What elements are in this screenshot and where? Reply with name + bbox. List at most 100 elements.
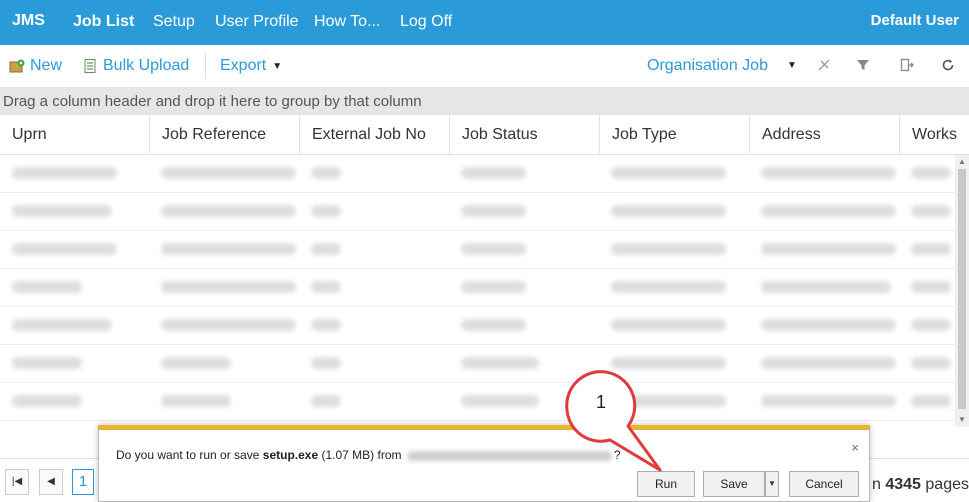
table-cell [161,395,296,409]
scroll-up-arrow-icon[interactable]: ▲ [955,155,969,169]
table-cell [611,319,726,333]
table-cell [311,281,341,295]
table-cell [461,319,526,333]
table-row[interactable] [0,307,955,345]
column-header-works[interactable]: Works [899,115,969,155]
table-row[interactable] [0,193,955,231]
table-row[interactable] [0,155,955,193]
nav-setup[interactable]: Setup [153,13,195,31]
download-notification-bar: Do you want to run or save setup.exe (1.… [98,425,870,502]
column-header-external-job-no[interactable]: External Job No [299,115,449,155]
view-select[interactable]: Organisation Job [647,57,768,75]
top-nav-bar: JMS Job List Setup User Profile How To..… [0,0,969,45]
clear-filter-icon[interactable] [815,58,833,76]
close-icon[interactable]: × [851,440,859,455]
table-cell [161,243,296,257]
table-cell [461,395,539,409]
table-cell [461,205,526,219]
table-cell [911,319,951,333]
spreadsheet-icon [84,59,96,73]
caret-down-icon: ▼ [272,60,283,72]
current-user-name[interactable]: Default User [871,12,959,29]
current-page-number[interactable]: 1 [72,469,94,495]
nav-how-to[interactable]: How To... [314,13,380,31]
table-cell [311,167,341,181]
grid-body [0,155,955,427]
column-header-uprn[interactable]: Uprn [0,115,149,155]
first-page-icon[interactable]: |◀ [5,469,29,495]
table-cell [12,243,117,257]
nav-user-profile[interactable]: User Profile [215,13,299,31]
table-cell [161,167,296,181]
cancel-button[interactable]: Cancel [789,471,859,497]
scroll-down-arrow-icon[interactable]: ▼ [955,413,969,427]
view-select-caret-icon[interactable]: ▼ [787,60,797,71]
scroll-thumb[interactable] [958,169,966,409]
grid-toolbar: New Bulk Upload Export ▼ Organisation Jo… [0,45,969,88]
table-cell [461,357,539,371]
column-header-job-status[interactable]: Job Status [449,115,599,155]
table-cell [911,205,951,219]
table-cell [161,357,296,371]
table-cell [311,319,341,333]
table-cell [911,281,951,295]
refresh-icon[interactable] [939,58,957,76]
export-label: Export [220,57,267,74]
column-header-job-type[interactable]: Job Type [599,115,749,155]
table-cell [311,205,341,219]
export-dropdown[interactable]: Export ▼ [220,57,282,75]
table-cell [311,243,341,257]
grid-header-row: Uprn Job Reference External Job No Job S… [0,115,969,155]
export-columns-icon[interactable] [898,58,916,76]
download-message-suffix: ? [613,448,621,462]
table-cell [761,205,896,219]
download-message: Do you want to run or save setup.exe (1.… [116,448,621,462]
table-cell [12,205,117,219]
group-by-panel[interactable]: Drag a column header and drop it here to… [0,88,969,115]
save-options-chevron-down-icon[interactable]: ▼ [765,471,779,497]
table-cell [311,357,341,371]
table-cell [461,281,526,295]
column-header-job-reference[interactable]: Job Reference [149,115,299,155]
nav-log-off[interactable]: Log Off [400,13,452,31]
table-cell [611,205,726,219]
column-header-address[interactable]: Address [749,115,899,155]
brand-logo[interactable]: JMS [12,12,45,30]
table-row[interactable] [0,383,955,421]
pager-info: n 4345 pages [872,476,969,494]
table-cell [611,243,726,257]
previous-page-icon[interactable]: ◀ [39,469,63,495]
table-cell [161,281,296,295]
bulk-upload-label: Bulk Upload [103,57,190,74]
table-cell [611,357,726,371]
run-button[interactable]: Run [637,471,695,497]
table-cell [12,319,117,333]
table-cell [911,395,951,409]
table-cell [611,167,726,181]
grid-vertical-scrollbar[interactable]: ▲ ▼ [955,155,969,427]
bulk-upload-button[interactable]: Bulk Upload [82,57,189,75]
table-cell [161,205,296,219]
download-file-name: setup.exe [262,448,319,462]
table-row[interactable] [0,345,955,383]
download-message-prefix: Do you want to run or save [116,448,260,462]
table-cell [12,357,117,371]
table-cell [911,243,951,257]
table-cell [12,167,117,181]
table-cell [611,395,726,409]
pager-info-prefix: n [872,476,881,493]
nav-job-list[interactable]: Job List [73,13,134,31]
filter-icon[interactable] [854,58,872,76]
table-cell [761,357,896,371]
download-file-size: (1.07 MB) from [321,448,402,462]
save-button[interactable]: Save [703,471,765,497]
table-cell [761,395,896,409]
pager-total-pages: 4345 [885,476,921,493]
new-record-icon [9,59,25,73]
table-row[interactable] [0,269,955,307]
table-cell [761,281,896,295]
new-button-label: New [30,57,63,74]
table-row[interactable] [0,231,955,269]
new-button[interactable]: New [9,57,62,75]
view-select-value: Organisation Job [647,57,768,74]
